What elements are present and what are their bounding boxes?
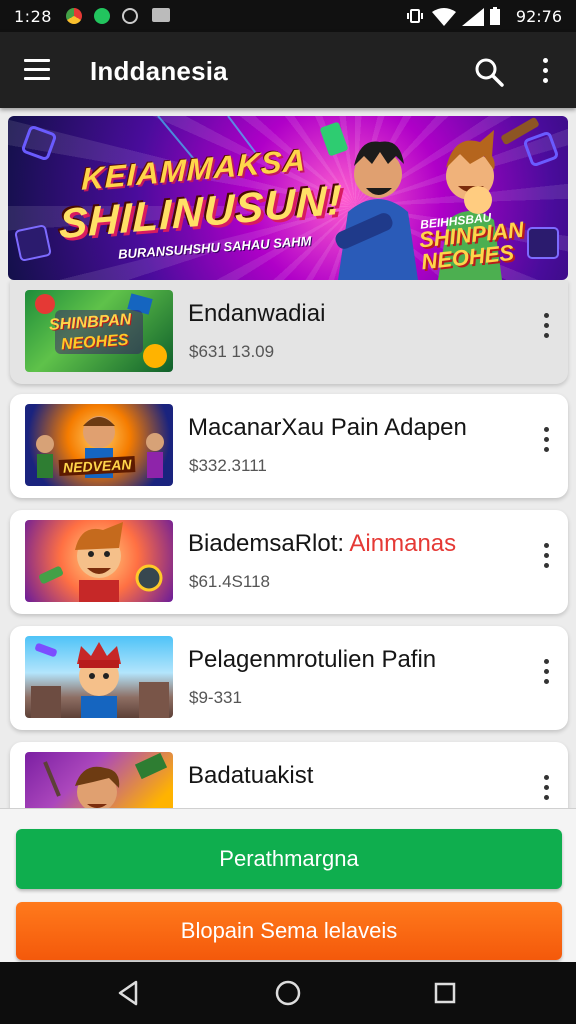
item-price: $332.3111 xyxy=(189,456,267,475)
vibrate-icon xyxy=(407,9,423,23)
green-app-notification-icon xyxy=(94,8,110,24)
item-title-accent: Ainmanas xyxy=(349,530,457,557)
status-bar: 1:28 92:76 xyxy=(0,0,576,32)
list-item[interactable]: NEDVEAN MacanarXau Pain Adapen $332.3111 xyxy=(10,394,568,498)
list-item[interactable]: SHINBPAN NEOHES Endanwadiai $631 13.09 xyxy=(10,280,568,384)
game-thumbnail xyxy=(25,752,173,808)
primary-button[interactable]: Perathmargna xyxy=(16,829,562,889)
item-price: $61.4S118 xyxy=(189,572,270,591)
list-item[interactable]: Pelagenmrotulien Pafin $9-331 xyxy=(10,626,568,730)
secondary-button[interactable]: Blopain Sema lelaveis xyxy=(16,902,562,960)
promo-banner[interactable]: KEIAMMAKSA SHILINUSUN! BURANSUHSHU SAHAU… xyxy=(8,116,568,280)
battery-icon xyxy=(490,7,500,25)
wifi-icon xyxy=(432,8,456,26)
game-thumbnail: SHINBPAN NEOHES xyxy=(25,290,173,372)
game-list: SHINBPAN NEOHES Endanwadiai $631 13.09 N… xyxy=(0,280,576,808)
item-title: Endanwadiai xyxy=(188,300,326,327)
menu-icon[interactable] xyxy=(24,59,50,81)
game-thumbnail: NEDVEAN xyxy=(25,404,173,486)
status-time: 1:28 xyxy=(14,7,52,26)
item-title: Badatuakist xyxy=(188,762,314,789)
item-more-icon[interactable] xyxy=(536,654,556,688)
bottom-action-panel: Perathmargna Blopain Sema lelaveis xyxy=(0,808,576,963)
game-thumbnail xyxy=(25,636,173,718)
app-bar: Inddanesia xyxy=(0,32,576,108)
recents-square-icon[interactable] xyxy=(434,982,456,1004)
search-icon[interactable] xyxy=(474,57,504,87)
back-triangle-icon[interactable] xyxy=(116,980,142,1006)
thumbnail-art xyxy=(38,522,163,602)
chrome-notification-icon xyxy=(66,8,82,24)
thumbnail-art xyxy=(31,642,169,718)
more-vertical-icon[interactable] xyxy=(535,56,555,88)
item-title: BiademsaRlot: Ainmanas xyxy=(188,530,456,558)
item-more-icon[interactable] xyxy=(536,308,556,342)
home-circle-icon[interactable] xyxy=(275,980,301,1006)
item-title: Pelagenmrotulien Pafin xyxy=(188,646,437,673)
item-price: $631 13.09 xyxy=(189,342,275,361)
signal-icon xyxy=(462,8,484,26)
list-item[interactable]: BiademsaRlot: Ainmanas $61.4S118 xyxy=(10,510,568,614)
app-title: Inddanesia xyxy=(90,56,228,86)
item-more-icon[interactable] xyxy=(536,770,556,804)
item-title-text: BiademsaRlot: xyxy=(188,530,350,557)
item-more-icon[interactable] xyxy=(536,422,556,456)
circle-notification-icon xyxy=(122,8,138,24)
list-item[interactable]: Badatuakist xyxy=(10,742,568,808)
game-thumbnail xyxy=(25,520,173,602)
thumbnail-art xyxy=(43,752,168,808)
mail-notification-icon xyxy=(152,8,170,22)
item-price: $9-331 xyxy=(189,688,242,707)
status-clock: 92:76 xyxy=(515,7,562,26)
system-nav-bar xyxy=(0,962,576,1024)
item-more-icon[interactable] xyxy=(536,538,556,572)
item-title: MacanarXau Pain Adapen xyxy=(188,414,467,441)
